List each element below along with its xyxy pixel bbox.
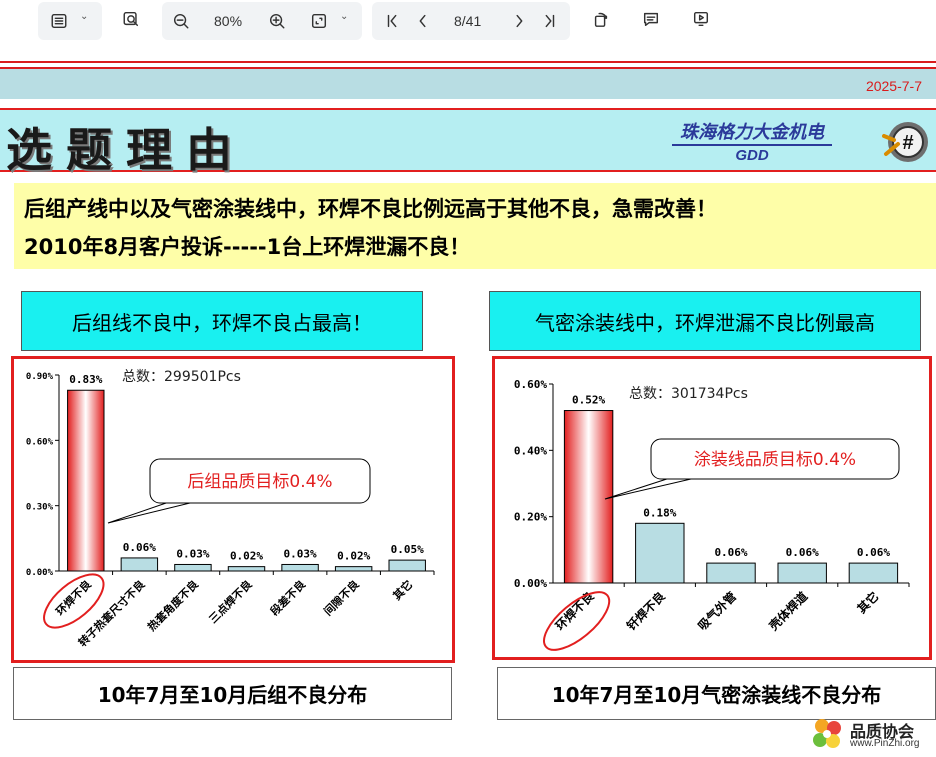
- data-label: 0.03%: [284, 547, 317, 560]
- gdd-logo-icon: #: [882, 122, 928, 162]
- data-label: 0.03%: [176, 547, 209, 560]
- bar: [281, 563, 319, 572]
- reason-line-2: 2010年8月客户投诉-----1台上环焊泄漏不良！: [24, 235, 471, 259]
- first-page-icon[interactable]: [382, 10, 404, 32]
- reason-box: 后组产线中以及气密涂装线中，环焊不良比例远高于其他不良，急需改善！ 2010年8…: [14, 183, 936, 269]
- zoom-group: 80% ⌄: [162, 2, 362, 40]
- y-tick-label: 0.00%: [514, 577, 547, 590]
- y-tick-label: 0.60%: [514, 378, 547, 391]
- sidebar-toggle-group[interactable]: ⌄: [38, 2, 102, 40]
- title-band: 选题理由 珠海格力大金机电 GDD #: [0, 108, 936, 177]
- left-heading: 后组线不良中，环焊不良占最高！: [21, 291, 423, 351]
- viewer-toolbar: ⌄ 80% ⌄ 8/41: [0, 0, 936, 44]
- page-indicator[interactable]: 8/41: [454, 13, 481, 29]
- category-label: 三点焊不良: [206, 577, 255, 626]
- y-tick-label: 0.60%: [26, 437, 54, 447]
- right-chart-caption: 10年7月至10月气密涂装线不良分布: [497, 667, 936, 720]
- left-defect-chart: 0.00% 0.30% 0.60% 0.90% 0.83% 环焊不良 0.06% 转子热套尺寸…: [11, 356, 455, 663]
- data-label: 0.06%: [714, 546, 747, 559]
- category-label: 段差不良: [267, 577, 308, 618]
- company-divider: [672, 144, 832, 146]
- category-label: 其它: [390, 577, 415, 602]
- slide-title: 选题理由: [6, 123, 246, 177]
- last-page-icon[interactable]: [538, 10, 560, 32]
- company-name: 珠海格力大金机电: [680, 122, 824, 143]
- header-rule: [0, 61, 936, 69]
- bar: [848, 562, 899, 584]
- company-short-name: GDD: [735, 147, 769, 164]
- sidebar-icon[interactable]: [48, 10, 70, 32]
- data-label: 0.52%: [572, 394, 605, 407]
- category-label: 钎焊不良: [623, 589, 668, 634]
- page-nav-group: 8/41: [372, 2, 570, 40]
- rotate-icon[interactable]: [590, 8, 612, 30]
- chart-svg: 0.00% 0.20% 0.40% 0.60% 0.52% 环焊不良 0.18% 钎焊不良 0.…: [514, 378, 910, 651]
- data-label: 0.06%: [857, 546, 890, 559]
- reason-line-1: 后组产线中以及气密涂装线中，环焊不良比例远高于其他不良，急需改善！: [24, 197, 717, 221]
- data-label: 0.02%: [230, 550, 263, 563]
- callout-pointer: [604, 476, 692, 500]
- bar: [388, 559, 426, 572]
- right-heading: 气密涂装线中，环焊泄漏不良比例最高: [489, 291, 921, 351]
- category-label: 壳体焊道: [765, 589, 810, 634]
- callout-text: 涂装线品质目标0.4%: [694, 450, 856, 470]
- comment-icon[interactable]: [640, 8, 662, 30]
- next-page-icon[interactable]: [508, 10, 530, 32]
- slide-date: 2025-7-7: [865, 78, 922, 94]
- bar: [227, 566, 266, 572]
- data-label: 0.06%: [123, 541, 156, 554]
- data-label: 0.83%: [69, 373, 102, 386]
- total-count-label: 总数：299501Pcs: [122, 369, 241, 385]
- bar: [635, 522, 685, 584]
- chevron-down-icon[interactable]: ⌄: [340, 11, 348, 22]
- date-bar: 2025-7-7: [0, 69, 936, 99]
- flower-logo-icon: [813, 719, 841, 748]
- zoom-in-icon[interactable]: [266, 10, 288, 32]
- prev-page-icon[interactable]: [412, 10, 434, 32]
- bar: [563, 410, 614, 584]
- callout-text: 后组品质目标0.4%: [187, 472, 332, 492]
- chart-svg: 0.00%0.30%0.60%0.90% 0.83%环焊不良0.06%转子热套尺寸…: [26, 369, 435, 649]
- data-label: 0.02%: [337, 550, 370, 563]
- zoom-level[interactable]: 80%: [214, 13, 242, 29]
- category-label: 环焊不良: [552, 589, 597, 634]
- watermark-url: www.PinZhi.org: [850, 738, 920, 749]
- category-label: 其它: [854, 589, 882, 617]
- category-label: 间隙不良: [321, 577, 362, 618]
- y-tick-label: 0.90%: [26, 372, 54, 382]
- bar: [174, 563, 212, 572]
- callout-pointer: [107, 500, 191, 524]
- y-tick-label: 0.00%: [26, 568, 54, 578]
- present-icon[interactable]: [690, 8, 712, 30]
- bar: [706, 562, 756, 584]
- data-label: 0.18%: [643, 506, 676, 519]
- left-chart-caption: 10年7月至10月后组不良分布: [13, 667, 452, 720]
- fit-page-icon[interactable]: [308, 10, 330, 32]
- slide-page: 2025-7-7 选题理由 珠海格力大金机电 GDD # 后组产线中以及气密涂装…: [0, 50, 936, 757]
- bar: [120, 557, 159, 572]
- bar: [67, 389, 105, 572]
- data-label: 0.05%: [391, 543, 424, 556]
- category-label: 热套角度不良: [144, 577, 201, 634]
- bar: [777, 562, 827, 584]
- y-tick-label: 0.30%: [26, 503, 54, 513]
- highlight-ellipse: [543, 591, 611, 651]
- svg-text:#: #: [902, 132, 913, 154]
- watermark: 品质协会 www.PinZhi.org: [808, 714, 936, 757]
- bar: [334, 566, 373, 572]
- y-tick-label: 0.40%: [514, 444, 547, 457]
- y-tick-label: 0.20%: [514, 511, 547, 524]
- right-defect-chart: 0.00% 0.20% 0.40% 0.60% 0.52% 环焊不良 0.18% 钎焊不良 0.…: [492, 356, 932, 660]
- search-icon[interactable]: [120, 8, 142, 30]
- total-count-label: 总数：301734Pcs: [629, 386, 748, 402]
- category-label: 吸气外管: [695, 589, 740, 634]
- data-label: 0.06%: [786, 546, 819, 559]
- chevron-down-icon[interactable]: ⌄: [80, 11, 88, 22]
- zoom-out-icon[interactable]: [170, 10, 192, 32]
